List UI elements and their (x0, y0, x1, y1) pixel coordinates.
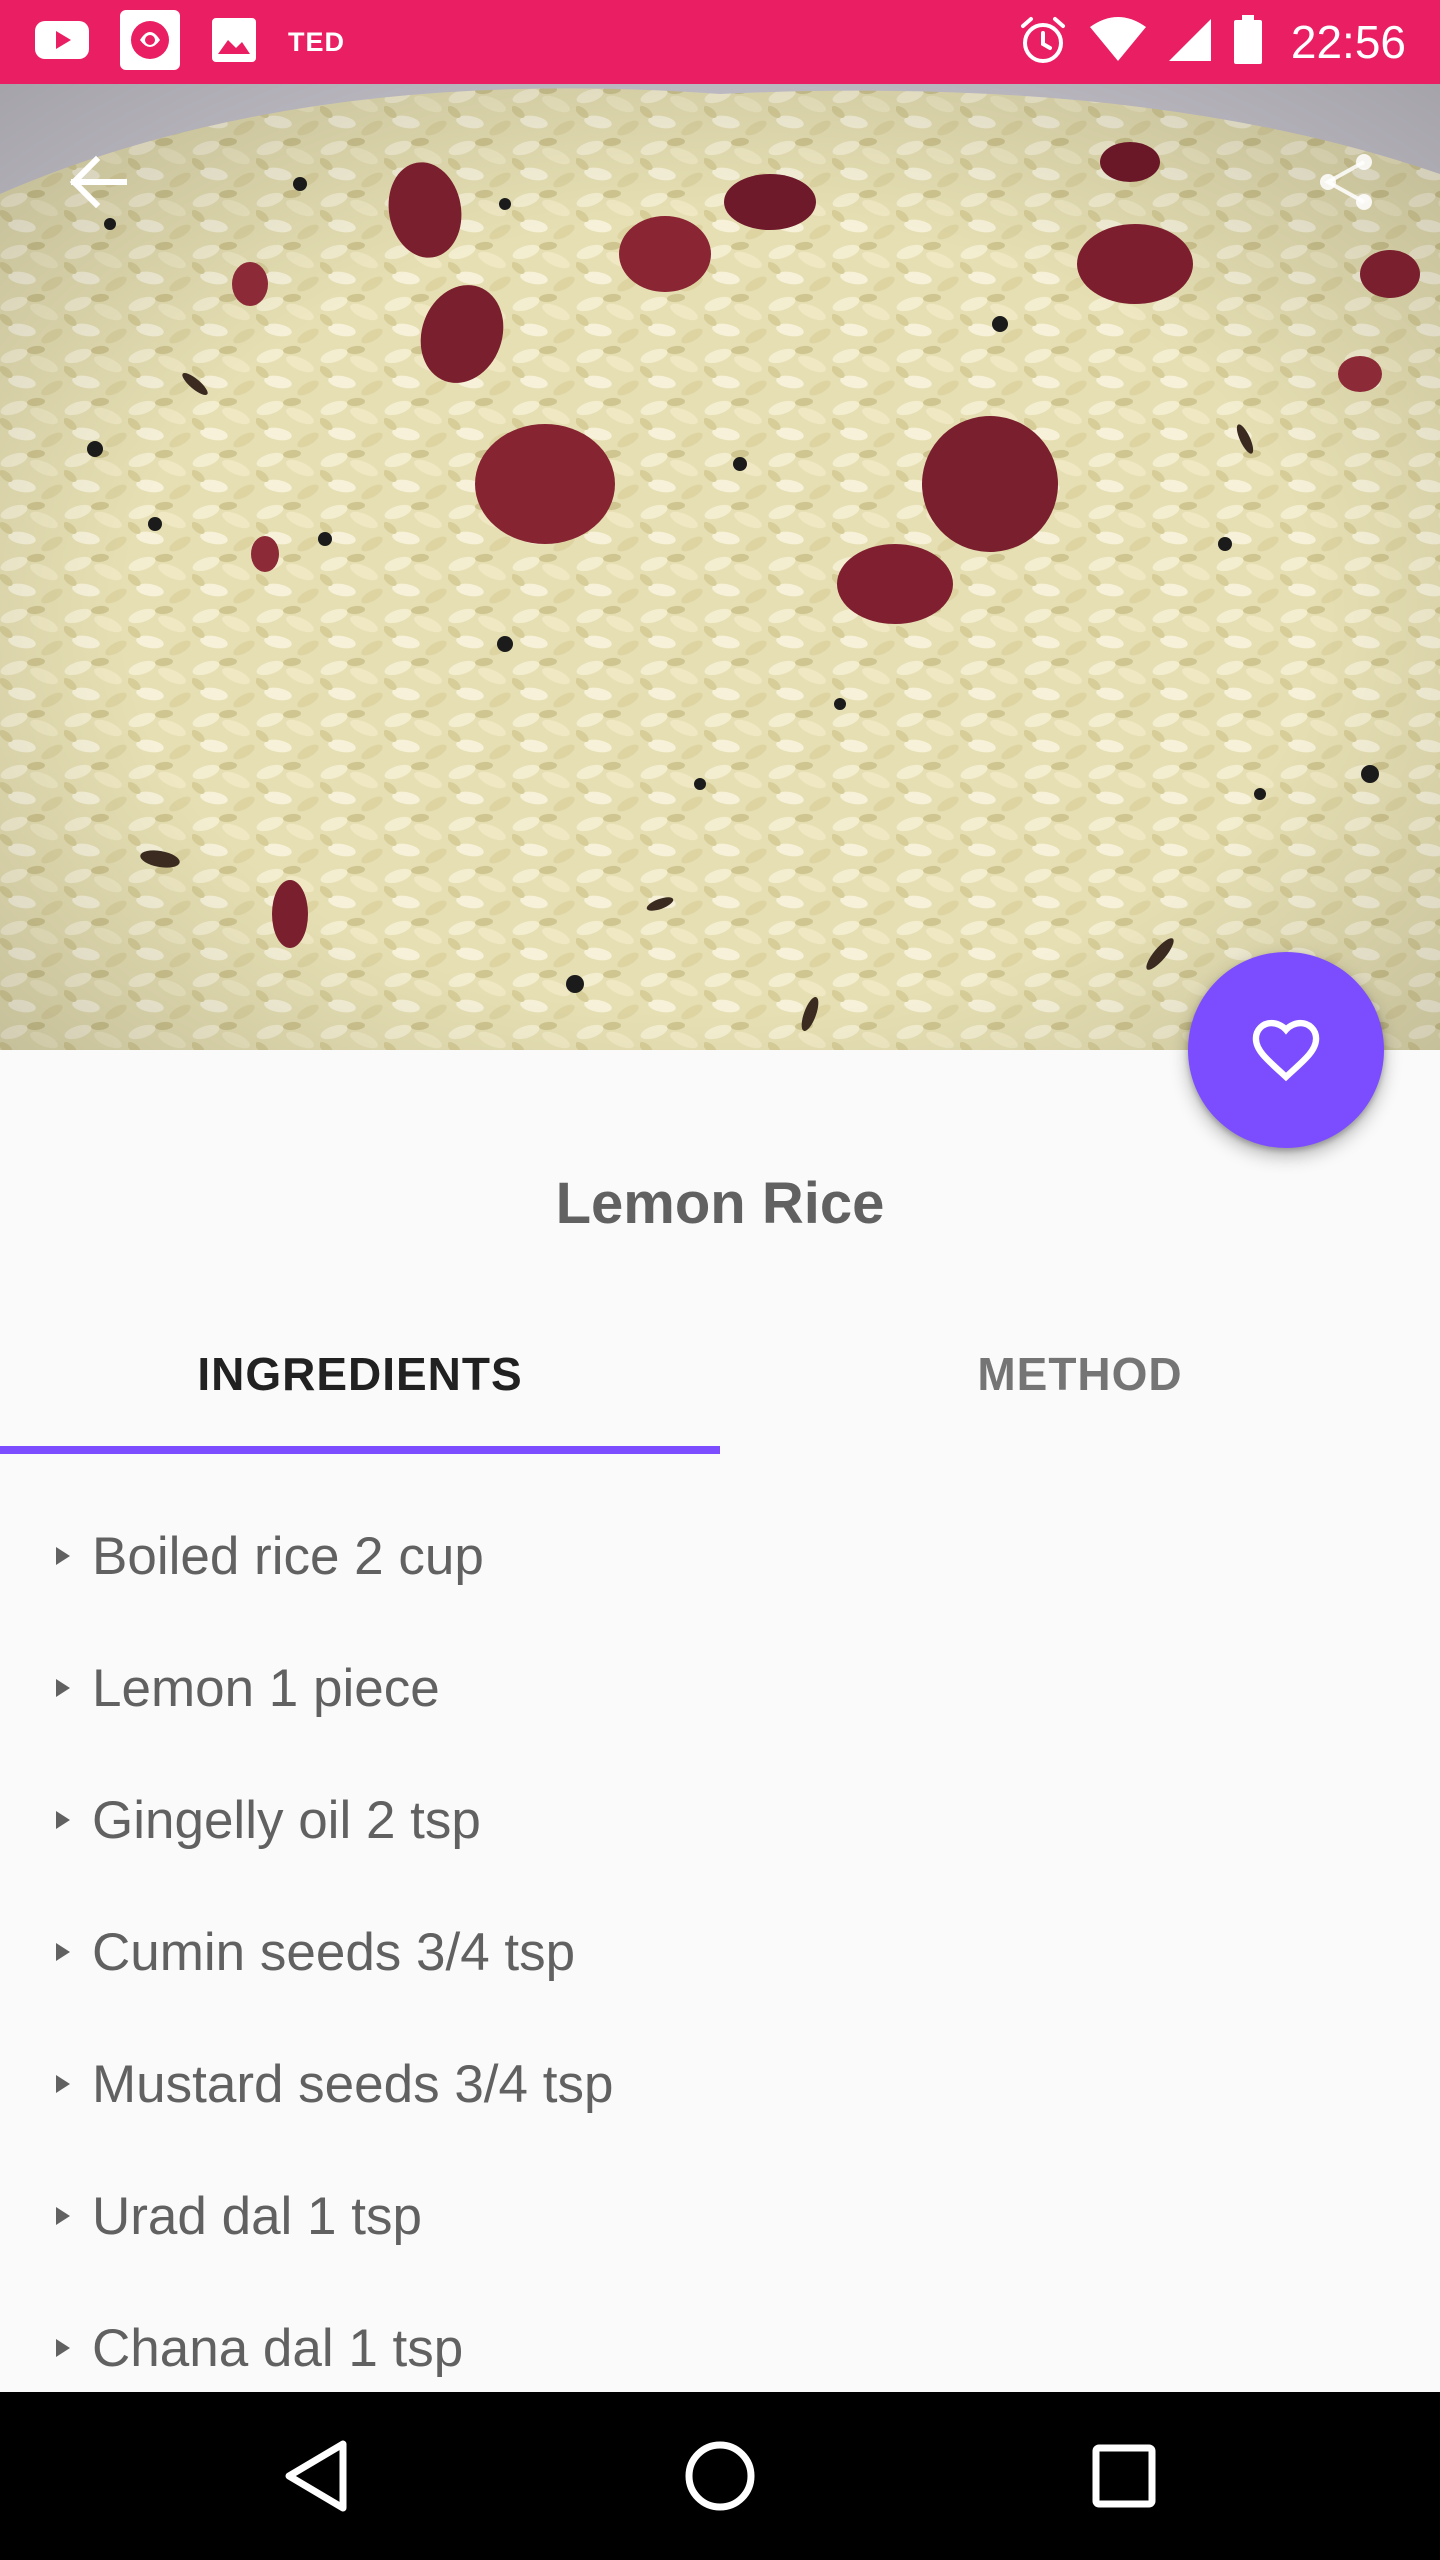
ingredient-list: Boiled rice 2 cup Lemon 1 piece Gingelly… (0, 1490, 1440, 2414)
navigation-bar (0, 2392, 1440, 2560)
battery-icon (1233, 14, 1263, 70)
back-button[interactable] (50, 134, 146, 230)
bullet-arrow-icon (56, 1679, 70, 1697)
list-item: Mustard seeds 3/4 tsp (0, 2018, 1440, 2150)
nav-home-button[interactable] (670, 2426, 770, 2526)
list-item: Lemon 1 piece (0, 1622, 1440, 1754)
share-button[interactable] (1298, 134, 1394, 230)
bullet-arrow-icon (56, 1943, 70, 1961)
list-item: Gingelly oil 2 tsp (0, 1754, 1440, 1886)
ingredient-text: Urad dal 1 tsp (92, 2186, 422, 2246)
nav-recents-button[interactable] (1074, 2426, 1174, 2526)
signal-icon (1167, 17, 1213, 68)
youtube-icon (34, 20, 90, 65)
recipe-hero-image (0, 84, 1440, 1050)
ted-icon: TED (288, 26, 345, 57)
tab-method[interactable]: METHOD (720, 1300, 1440, 1458)
share-icon (1320, 154, 1372, 210)
ingredient-text: Cumin seeds 3/4 tsp (92, 1922, 576, 1982)
tab-ingredients[interactable]: INGREDIENTS (0, 1300, 720, 1458)
bullet-arrow-icon (56, 2207, 70, 2225)
bullet-arrow-icon (56, 2339, 70, 2357)
app-icon (120, 9, 180, 75)
system-icons: 22:56 (1017, 0, 1406, 84)
nav-back-button[interactable] (266, 2426, 366, 2526)
ingredient-text: Chana dal 1 tsp (92, 2318, 464, 2378)
ingredient-text: Mustard seeds 3/4 tsp (92, 2054, 614, 2114)
ingredient-text: Lemon 1 piece (92, 1658, 440, 1718)
bullet-arrow-icon (56, 1811, 70, 1829)
nav-recents-icon (1092, 2444, 1156, 2508)
nav-back-icon (285, 2440, 347, 2512)
nav-home-icon (685, 2441, 755, 2511)
ingredient-text: Boiled rice 2 cup (92, 1526, 484, 1586)
lemon-rice-photo (0, 84, 1440, 1050)
tab-indicator (0, 1446, 720, 1454)
list-item: Urad dal 1 tsp (0, 2150, 1440, 2282)
list-item: Cumin seeds 3/4 tsp (0, 1886, 1440, 2018)
bullet-arrow-icon (56, 2075, 70, 2093)
list-item: Boiled rice 2 cup (0, 1490, 1440, 1622)
favorite-button[interactable] (1188, 952, 1384, 1148)
clock: 22:56 (1290, 16, 1406, 68)
heart-outline-icon (1252, 1019, 1320, 1082)
recipe-title: Lemon Rice (555, 1171, 885, 1236)
recipe-detail-screen: TED 22:56 Lemon Rice INGREDIENTS METHOD … (0, 0, 1440, 2560)
arrow-back-icon (69, 155, 127, 209)
notification-icons: TED (34, 0, 345, 84)
wifi-icon (1089, 16, 1147, 68)
tab-bar: INGREDIENTS METHOD (0, 1300, 1440, 1458)
alarm-icon (1017, 14, 1069, 71)
image-icon (210, 16, 258, 69)
status-bar: TED 22:56 (0, 0, 1440, 84)
bullet-arrow-icon (56, 1547, 70, 1565)
ingredient-text: Gingelly oil 2 tsp (92, 1790, 481, 1850)
